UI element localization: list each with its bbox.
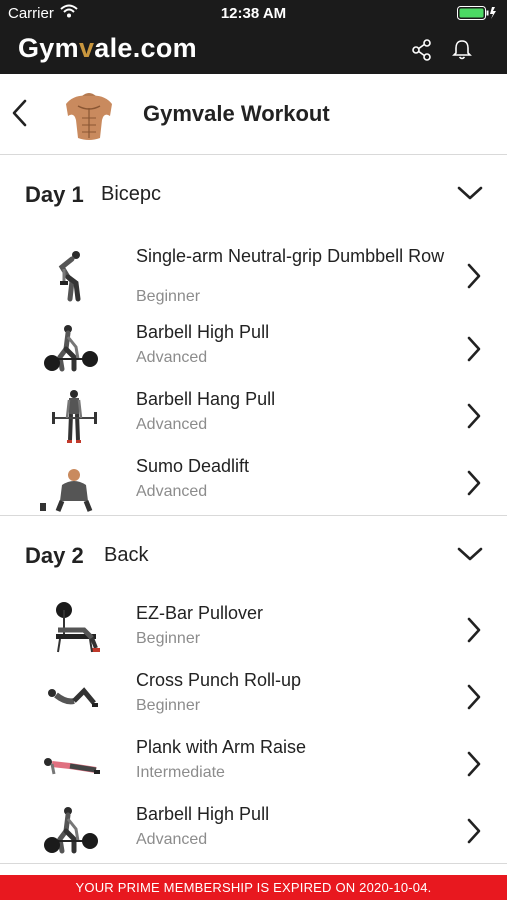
exercise-title: Single-arm Neutral-grip Dumbbell Row (136, 246, 445, 266)
muscle-torso-image (60, 86, 118, 144)
brand-logo: Gymvale.com (18, 33, 197, 63)
clock-time: 12:38 AM (220, 5, 287, 22)
chevron-right-icon[interactable] (465, 817, 483, 850)
membership-expired-banner[interactable]: YOUR PRIME MEMBERSHIP IS EXPIRED ON 2020… (0, 875, 507, 900)
exercise-title: Cross Punch Roll-up (136, 670, 302, 690)
chevron-right-icon[interactable] (465, 750, 483, 783)
bell-icon[interactable] (452, 39, 472, 66)
back-button[interactable] (10, 98, 30, 133)
chevron-down-icon[interactable] (456, 184, 484, 207)
exercise-level: Advanced (136, 483, 208, 500)
exercise-thumbnail (40, 241, 102, 302)
day-number: Day 2 (25, 543, 84, 568)
workout-header: Gymvale Workout (0, 74, 507, 155)
exercise-level: Intermediate (136, 764, 225, 781)
chevron-right-icon[interactable] (465, 335, 483, 368)
exercise-thumbnail (40, 799, 102, 859)
exercise-title: Barbell Hang Pull (136, 389, 276, 409)
exercise-title: Barbell High Pull (136, 322, 270, 342)
chevron-right-icon[interactable] (465, 616, 483, 649)
exercise-thumbnail (40, 732, 102, 792)
exercise-title: Plank with Arm Raise (136, 737, 307, 757)
exercise-thumbnail (40, 384, 102, 444)
chevron-down-icon[interactable] (456, 545, 484, 568)
day-1-header[interactable]: Day 1 Bicepc (0, 155, 507, 225)
chevron-right-icon[interactable] (465, 402, 483, 435)
battery-icon (457, 6, 497, 24)
chevron-right-icon[interactable] (465, 683, 483, 716)
exercise-row[interactable]: Sumo Deadlift Advanced (0, 447, 507, 514)
exercise-title: Barbell High Pull (136, 804, 270, 824)
exercise-level: Advanced (136, 349, 208, 366)
section-divider (0, 863, 507, 864)
exercise-level: Beginner (136, 288, 201, 305)
exercise-row[interactable]: Plank with Arm Raise Intermediate (0, 728, 507, 795)
exercise-row[interactable]: Barbell High Pull Advanced (0, 313, 507, 380)
day-number: Day 1 (25, 182, 84, 207)
chevron-right-icon[interactable] (465, 262, 483, 295)
exercise-level: Beginner (136, 630, 201, 647)
exercise-row[interactable]: Barbell Hang Pull Advanced (0, 380, 507, 447)
chevron-right-icon[interactable] (465, 469, 483, 502)
exercise-row[interactable]: Barbell High Pull Advanced (0, 795, 507, 862)
page-title: Gymvale Workout (143, 101, 330, 126)
exercise-title: Sumo Deadlift (136, 456, 250, 476)
exercise-level: Beginner (136, 697, 201, 714)
status-bar: Carrier 12:38 AM (0, 0, 507, 26)
app-bar: Gymvale.com (0, 26, 507, 74)
share-icon[interactable] (411, 39, 433, 66)
day-2-header[interactable]: Day 2 Back (0, 516, 507, 586)
exercise-thumbnail (40, 451, 108, 512)
exercise-title: EZ-Bar Pullover (136, 603, 264, 623)
exercise-thumbnail (40, 317, 102, 377)
exercise-thumbnail (40, 665, 102, 725)
exercise-level: Advanced (136, 831, 208, 848)
exercise-row[interactable]: Single-arm Neutral-grip Dumbbell Row Beg… (0, 237, 507, 305)
exercise-row[interactable]: EZ-Bar Pullover Beginner (0, 594, 507, 661)
exercise-level: Advanced (136, 416, 208, 433)
exercise-thumbnail (40, 598, 102, 658)
exercise-row[interactable]: Cross Punch Roll-up Beginner (0, 661, 507, 728)
day-name: Back (104, 544, 149, 566)
day-name: Bicepc (101, 183, 162, 205)
